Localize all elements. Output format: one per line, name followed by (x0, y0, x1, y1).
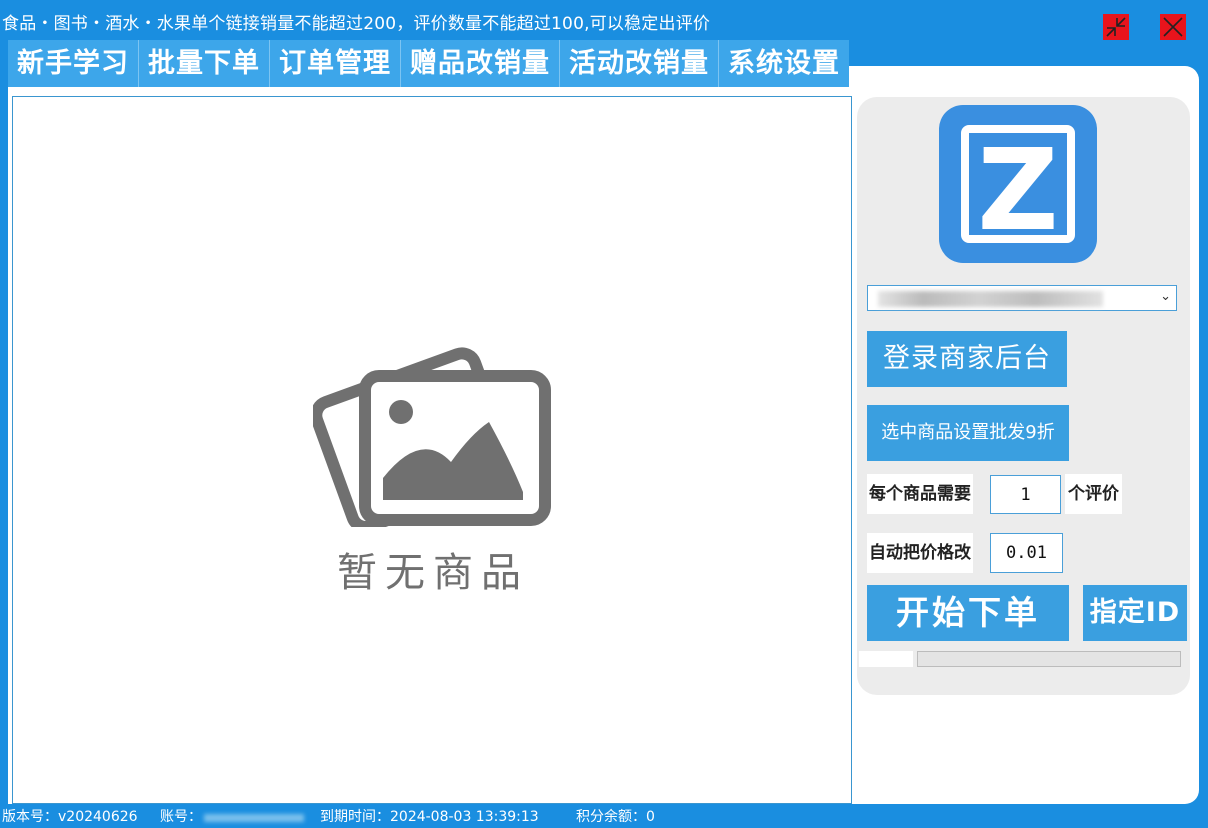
empty-state: 暂无商品 (313, 322, 553, 596)
empty-state-label: 暂无商品 (337, 550, 529, 596)
specify-id-button[interactable]: 指定ID (1083, 585, 1187, 641)
main-menu: 新手学习 批量下单 订单管理 赠品改销量 活动改销量 系统设置 (8, 40, 849, 87)
account-select[interactable]: ⌄ (867, 285, 1177, 311)
title-bar: 食品・图书・酒水・水果单个链接销量不能超过200，评价数量不能超过100,可以稳… (0, 0, 1208, 42)
order-progress (859, 651, 1181, 667)
reviews-label: 每个商品需要 (867, 474, 973, 514)
reviews-unit-label: 个评价 (1065, 474, 1122, 514)
notice-text: 食品・图书・酒水・水果单个链接销量不能超过200，评价数量不能超过100,可以稳… (2, 14, 711, 34)
z-logo-icon: Z (939, 105, 1097, 263)
close-button[interactable] (1160, 14, 1186, 40)
menu-gift-sales[interactable]: 赠品改销量 (401, 40, 560, 87)
menu-system-settings[interactable]: 系统设置 (719, 40, 849, 87)
account-label: 账号： (160, 809, 202, 825)
menu-beginner-learning[interactable]: 新手学习 (8, 40, 139, 87)
status-bar: 版本号：v20240626 账号： 到期时间：2024-08-03 13:39:… (0, 806, 1208, 827)
progress-label-area (859, 651, 913, 667)
account-name-redacted (878, 291, 1103, 307)
product-list-panel: 暂无商品 (12, 96, 852, 804)
reviews-count-input[interactable] (990, 475, 1061, 514)
logo-letter-text: Z (977, 126, 1058, 256)
menu-order-management[interactable]: 订单管理 (270, 40, 401, 87)
start-order-button[interactable]: 开始下单 (867, 585, 1069, 641)
photo-stack-icon (313, 347, 551, 527)
restore-button[interactable] (1103, 14, 1129, 40)
menu-batch-order[interactable]: 批量下单 (139, 40, 270, 87)
chevron-down-icon: ⌄ (1160, 289, 1171, 304)
side-panel: Z ⌄ 登录商家后台 选中商品设置批发9折 每个商品需要 个评价 自动把价格改 … (857, 97, 1190, 695)
expiry-text: 到期时间：2024-08-03 13:39:13 (320, 809, 539, 825)
progress-bar (917, 651, 1181, 667)
menu-activity-sales[interactable]: 活动改销量 (560, 40, 719, 87)
account-value-redacted (204, 814, 304, 822)
login-merchant-button[interactable]: 登录商家后台 (867, 331, 1067, 387)
close-x-icon (1163, 17, 1183, 37)
set-discount-button[interactable]: 选中商品设置批发9折 (867, 405, 1069, 461)
points-text: 积分余额：0 (576, 809, 655, 825)
logo-letter: Z (961, 125, 1075, 256)
price-label: 自动把价格改 (867, 533, 973, 573)
version-text: 版本号：v20240626 (2, 809, 138, 825)
price-input[interactable] (990, 533, 1063, 573)
restore-arrows-icon (1106, 17, 1126, 37)
